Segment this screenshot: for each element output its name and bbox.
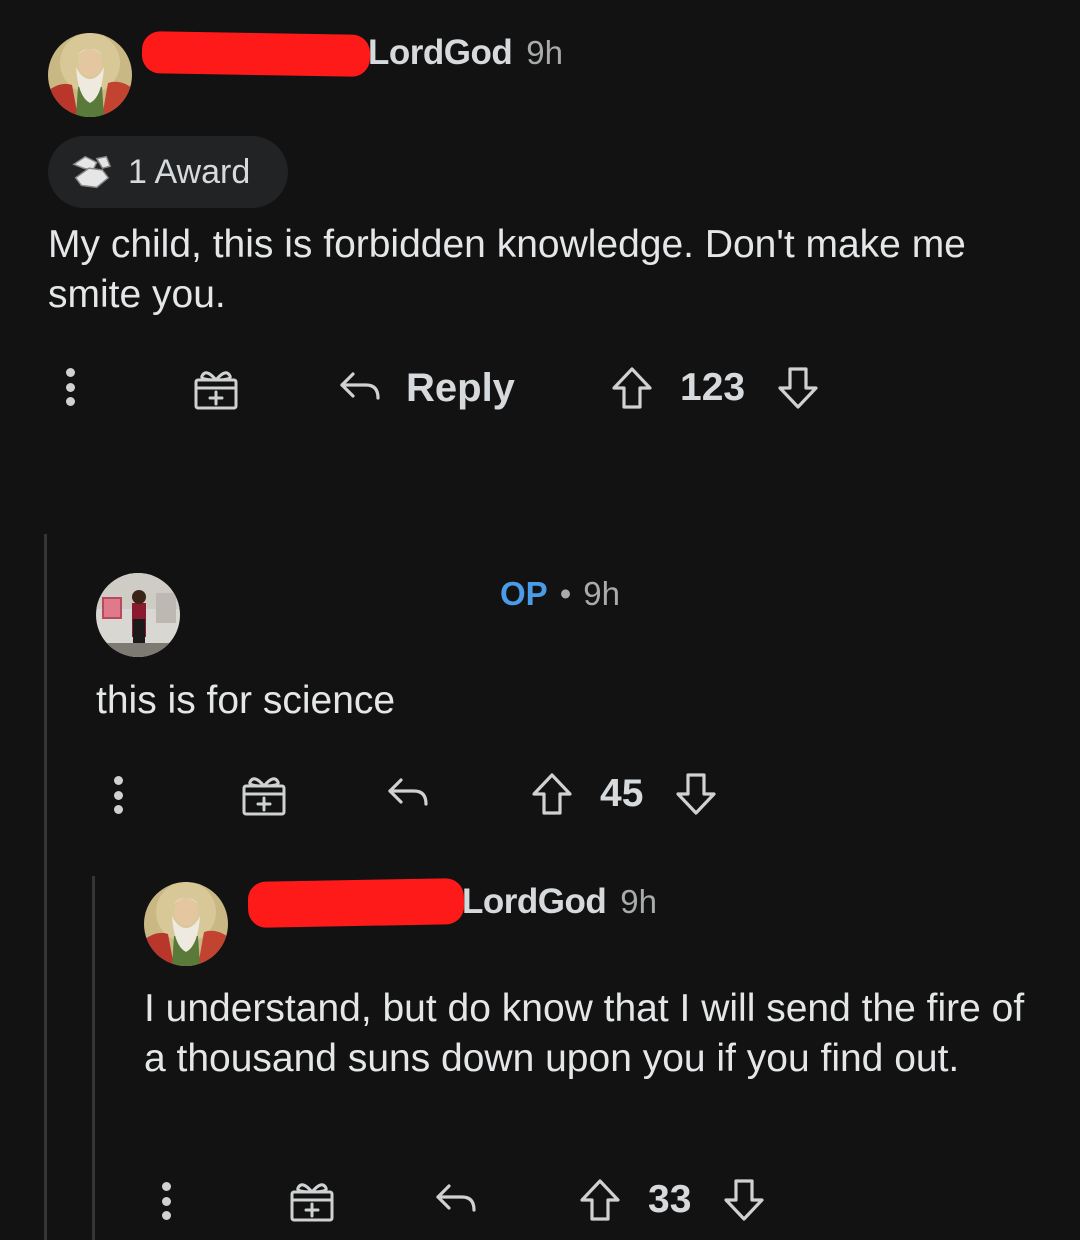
comment-header: LordGod 9h	[462, 882, 657, 922]
old-man-avatar-icon	[48, 33, 132, 117]
vote-count: 45	[600, 772, 644, 815]
comment-actions: 33	[160, 1176, 860, 1224]
op-badge: OP	[500, 575, 548, 612]
downvote-icon[interactable]	[720, 1176, 768, 1224]
separator-dot: •	[559, 575, 572, 612]
comment-header: LordGod 9h	[368, 33, 563, 73]
comment-body: this is for science	[96, 679, 396, 722]
comment-body: My child, this is forbidden knowledge. D…	[48, 223, 966, 316]
handshake-award-icon	[68, 149, 114, 195]
comment-header: OP • 9h	[500, 575, 620, 613]
upvote-icon[interactable]	[576, 1176, 624, 1224]
downvote-icon[interactable]	[672, 770, 720, 818]
old-man-avatar-icon	[144, 882, 228, 966]
redaction-mark	[141, 31, 371, 77]
reply-icon[interactable]	[384, 770, 432, 818]
comment-time: 9h	[583, 575, 620, 612]
comment-actions: Reply 123	[62, 364, 862, 412]
person-photo-avatar-icon	[96, 573, 180, 657]
reply-icon[interactable]	[432, 1176, 480, 1224]
award-badge[interactable]: 1 Award	[48, 136, 288, 208]
more-options-icon[interactable]	[66, 368, 78, 406]
upvote-icon[interactable]	[608, 364, 656, 412]
thread-line[interactable]	[44, 534, 47, 1240]
comment-time: 9h	[526, 34, 563, 71]
comment-time: 9h	[620, 883, 657, 920]
reply-button[interactable]: Reply	[336, 364, 515, 412]
upvote-icon[interactable]	[528, 770, 576, 818]
username[interactable]: LordGod	[462, 882, 607, 922]
vote-count: 123	[680, 366, 746, 409]
vote-count: 33	[648, 1178, 692, 1221]
user-avatar-lordgod[interactable]	[144, 882, 228, 966]
gift-award-icon[interactable]	[192, 364, 240, 412]
redaction-mark	[247, 878, 465, 928]
more-options-icon[interactable]	[114, 776, 126, 814]
username[interactable]: LordGod	[368, 33, 513, 73]
user-avatar-lordgod[interactable]	[48, 33, 132, 117]
gift-award-icon[interactable]	[240, 770, 288, 818]
thread-line[interactable]	[92, 876, 95, 1240]
gift-award-icon[interactable]	[288, 1176, 336, 1224]
user-avatar-op[interactable]	[96, 573, 180, 657]
comment-actions: 45	[110, 770, 810, 818]
reply-icon	[336, 364, 384, 412]
comment-body: I understand, but do know that I will se…	[144, 987, 1025, 1080]
downvote-icon[interactable]	[774, 364, 822, 412]
reply-label: Reply	[406, 365, 515, 410]
more-options-icon[interactable]	[162, 1182, 174, 1220]
award-count: 1 Award	[128, 152, 251, 191]
